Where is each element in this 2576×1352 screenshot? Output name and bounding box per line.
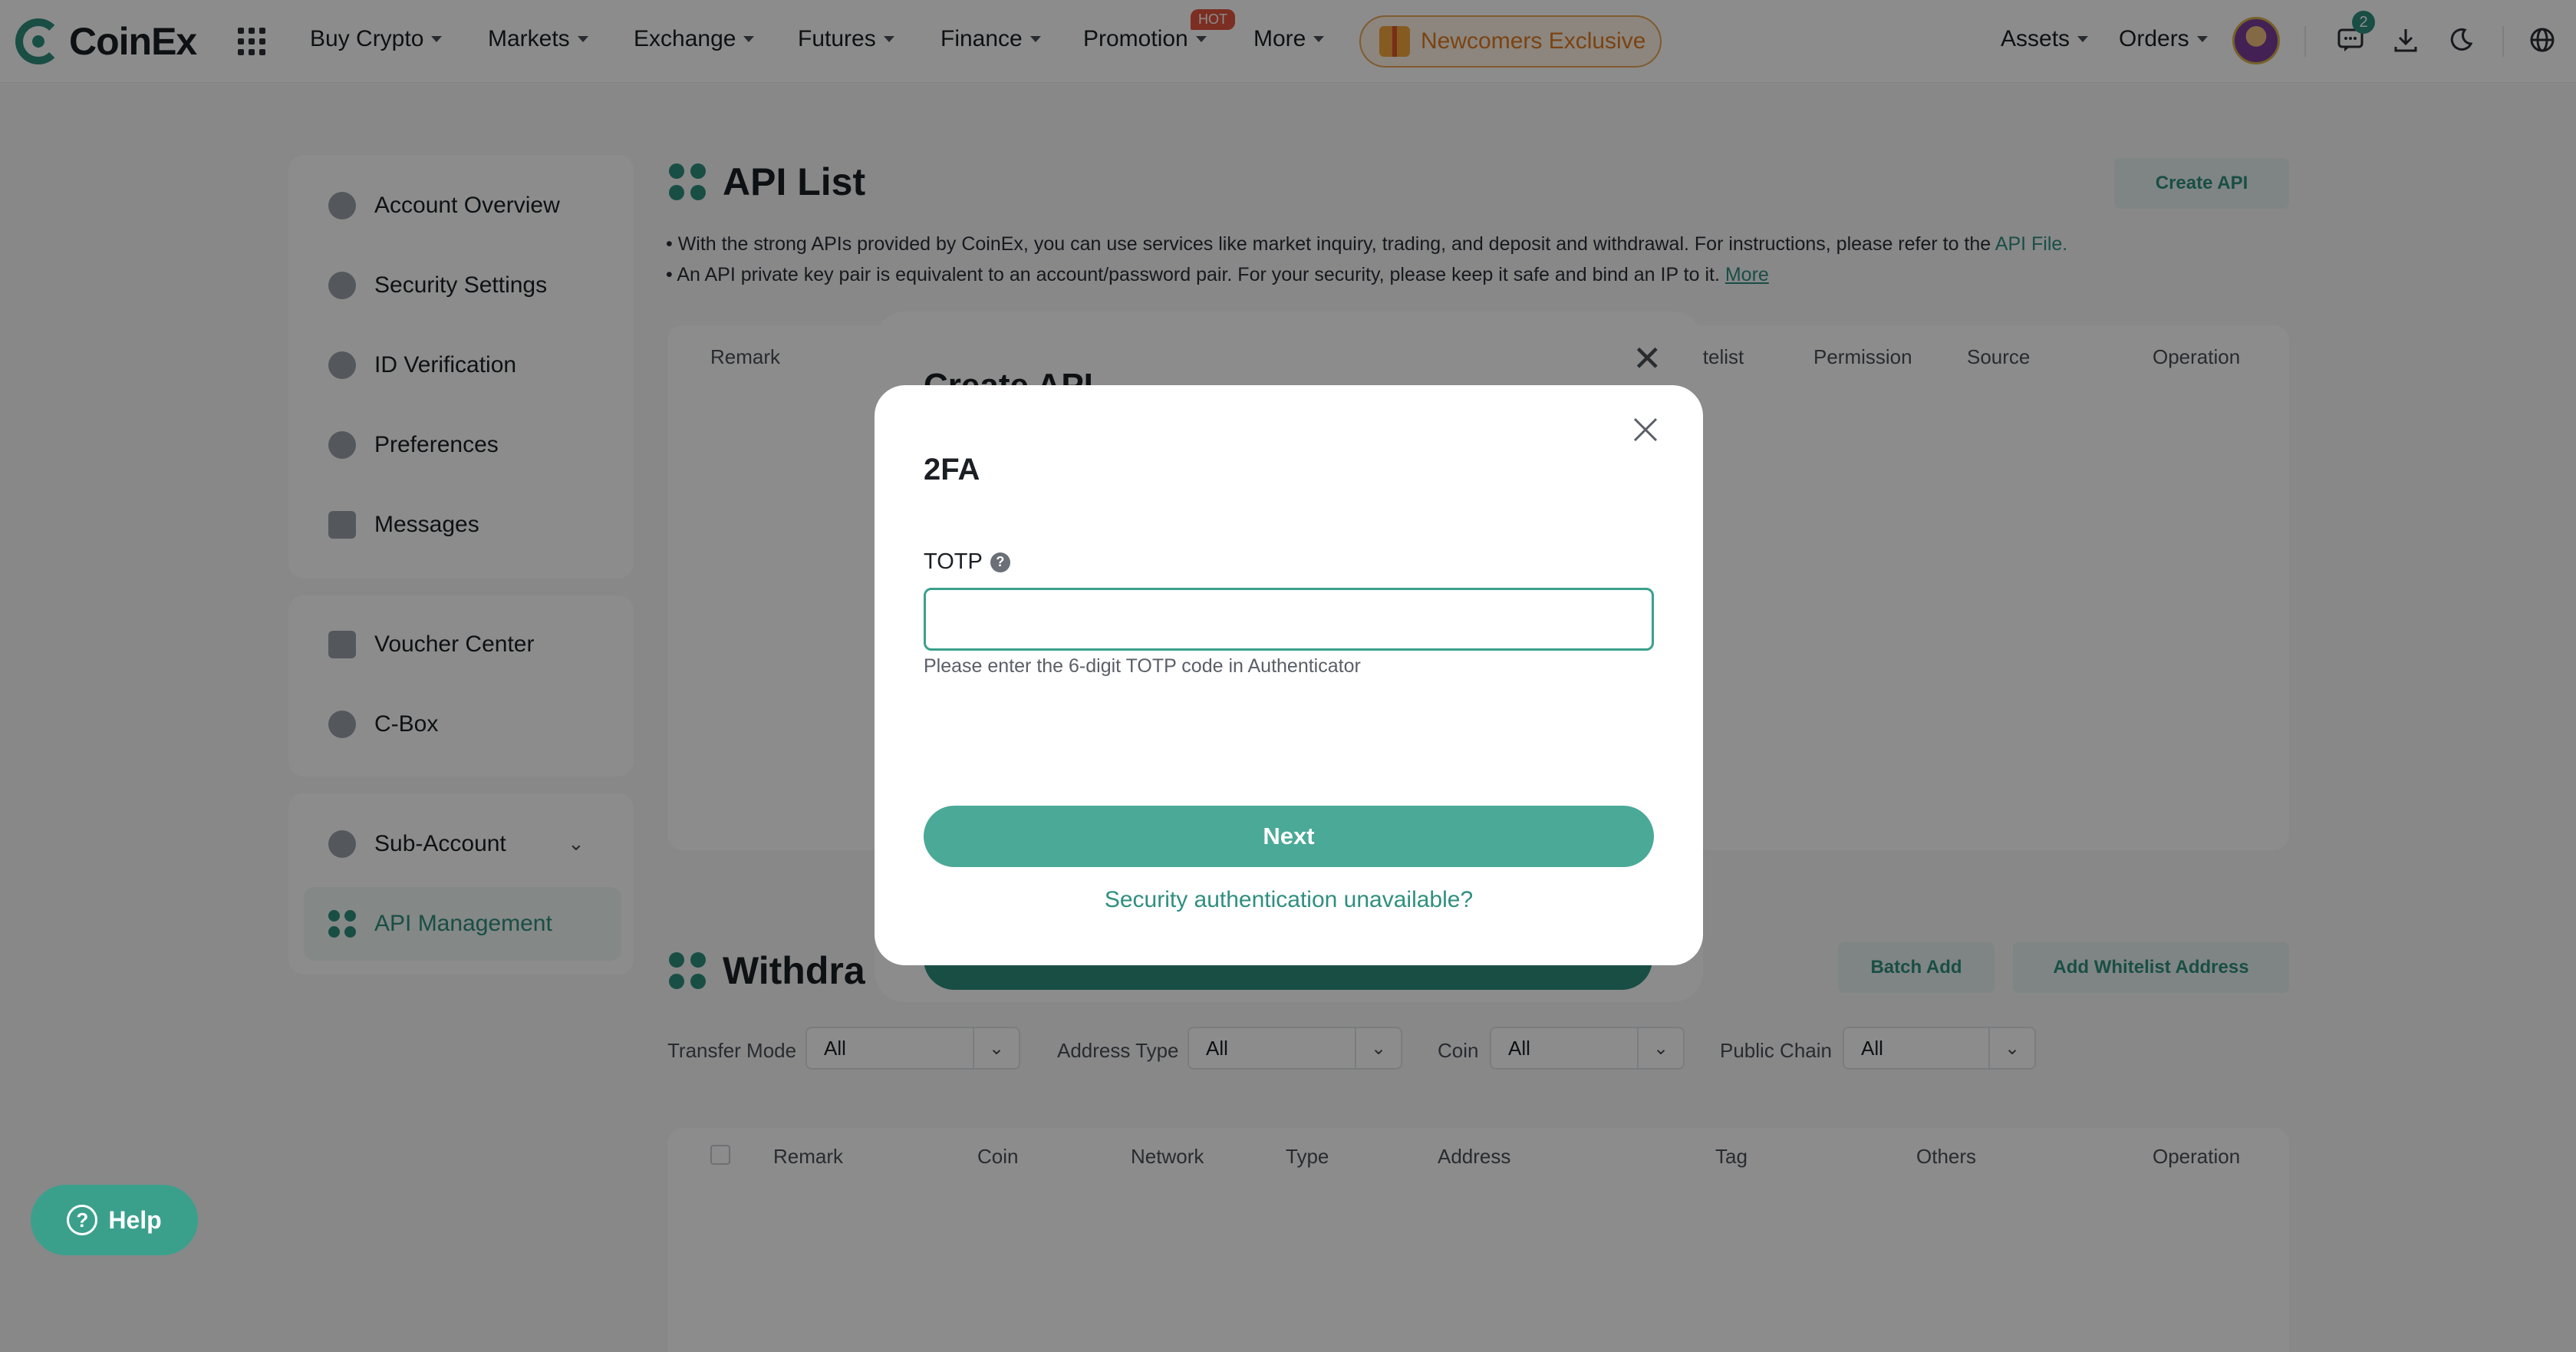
totp-label: TOTP xyxy=(924,549,983,574)
question-icon: ? xyxy=(67,1205,98,1235)
totp-input[interactable] xyxy=(924,588,1654,651)
next-button[interactable]: Next xyxy=(924,806,1654,867)
dialog-title: 2FA xyxy=(924,453,980,486)
question-icon[interactable]: ? xyxy=(990,552,1010,572)
help-label: Help xyxy=(108,1205,162,1234)
security-unavailable-link[interactable]: Security authentication unavailable? xyxy=(875,887,1703,913)
close-icon[interactable] xyxy=(1626,414,1665,453)
two-factor-dialog: 2FA TOTP ? Please enter the 6-digit TOTP… xyxy=(875,385,1703,965)
help-button[interactable]: ? Help xyxy=(31,1185,198,1255)
totp-label-row: TOTP ? xyxy=(924,549,1010,575)
totp-hint: Please enter the 6-digit TOTP code in Au… xyxy=(924,655,1361,677)
